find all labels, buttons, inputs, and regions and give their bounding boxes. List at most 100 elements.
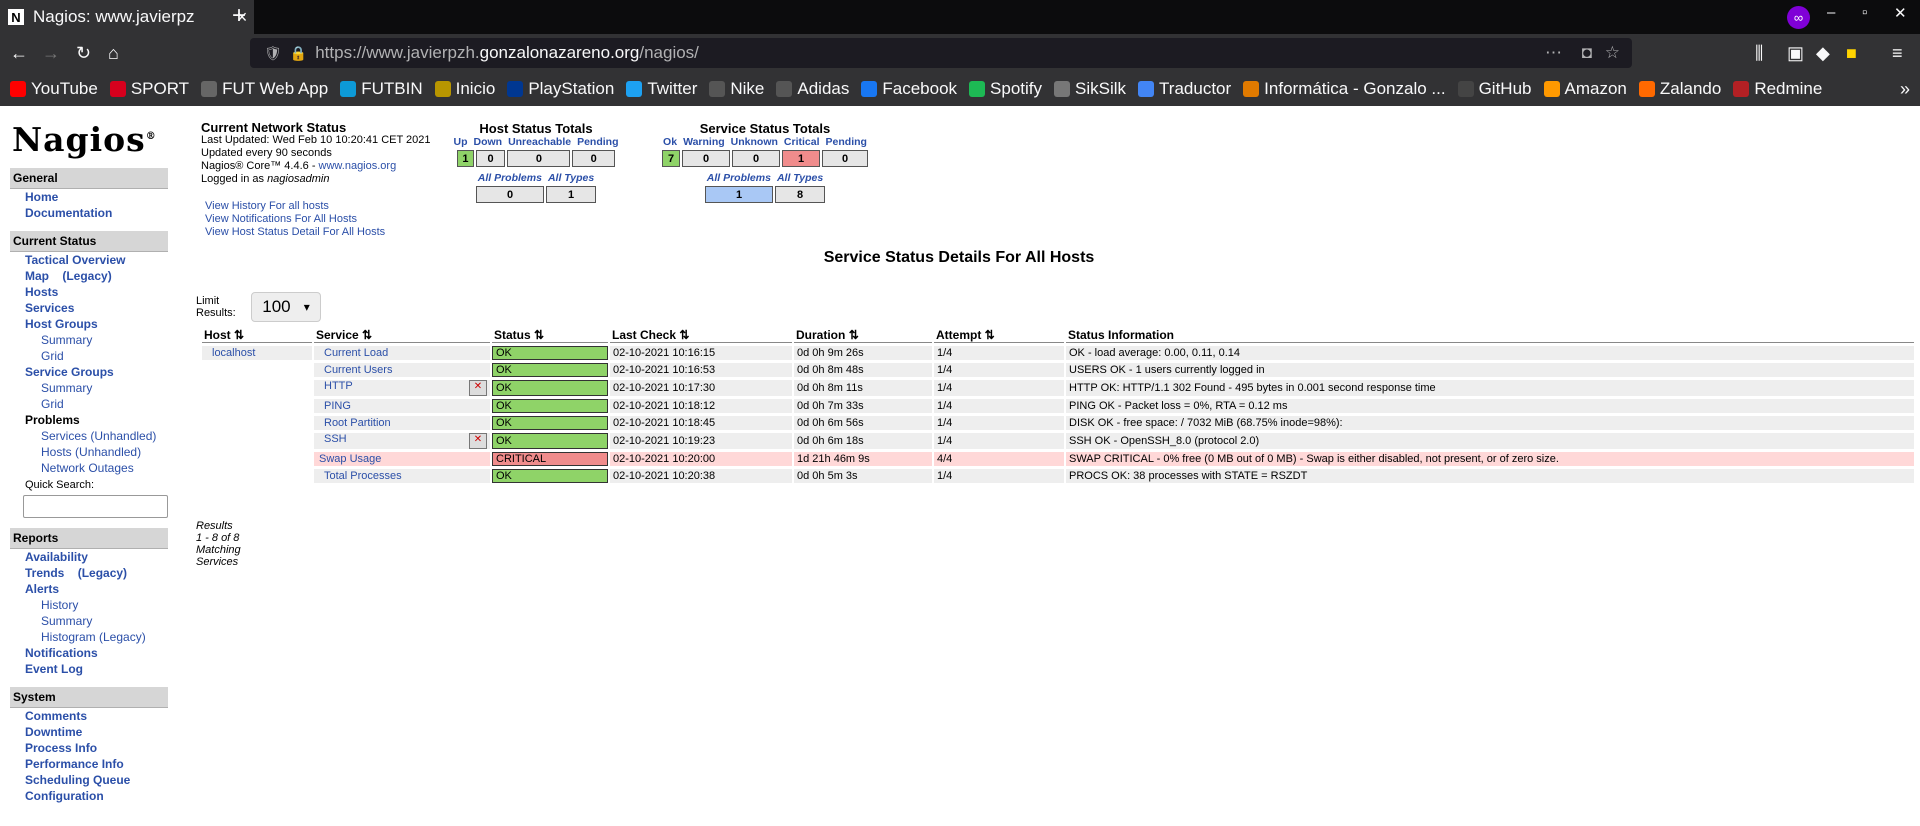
sort-arrows-icon[interactable]: ⇅ — [362, 328, 372, 342]
view-history-link[interactable]: View History For all hosts — [205, 200, 329, 212]
sidebar-item-alerts-summary[interactable]: Summary — [10, 613, 168, 629]
sidebar-item-host-groups[interactable]: Host Groups — [10, 316, 168, 332]
notifications-disabled-icon[interactable]: ✕ — [469, 380, 487, 396]
service-link[interactable]: Root Partition — [317, 417, 391, 429]
host-cell[interactable] — [202, 433, 312, 449]
pocket-icon[interactable]: ◘ — [1582, 43, 1592, 63]
bookmark-14[interactable]: GitHub — [1457, 79, 1532, 99]
service-all-types-count[interactable]: 8 — [775, 186, 825, 203]
host-up-count[interactable]: 1 — [457, 150, 474, 167]
url-bar[interactable]: 🛡 🔒 https://www.javierpzh. gonzalonazaren… — [250, 38, 1632, 68]
menu-icon[interactable]: ≡ — [1892, 43, 1903, 64]
nagios-logo[interactable]: Nagios® — [12, 120, 157, 159]
sidebar-item-service-groups[interactable]: Service Groups — [10, 364, 168, 380]
sidebar-item-network-outages[interactable]: Network Outages — [10, 460, 168, 476]
service-link[interactable]: SSH — [317, 433, 347, 445]
bookmark-15[interactable]: Amazon — [1543, 79, 1627, 99]
service-link[interactable]: Swap Usage — [317, 453, 381, 465]
sort-arrows-icon[interactable]: ⇅ — [534, 328, 544, 342]
host-all-problems-header[interactable]: All Problems — [475, 172, 545, 184]
window-close-icon[interactable]: ✕ — [1894, 4, 1907, 22]
more-bookmarks-icon[interactable]: » — [1900, 79, 1910, 100]
service-header-unknown[interactable]: Unknown — [728, 136, 781, 148]
service-header-ok[interactable]: Ok — [660, 136, 680, 148]
sidebar-item-downtime[interactable]: Downtime — [10, 724, 168, 740]
service-unknown-count[interactable]: 0 — [732, 150, 780, 167]
service-link[interactable]: PING — [317, 400, 351, 412]
sidebar-item-map[interactable]: Map (Legacy) — [10, 268, 168, 284]
bookmark-10[interactable]: Spotify — [969, 79, 1042, 99]
service-cell[interactable]: Current Users — [314, 363, 490, 377]
host-pending-count[interactable]: 0 — [572, 150, 615, 167]
minimize-icon[interactable]: – — [1827, 4, 1835, 21]
bookmark-8[interactable]: Adidas — [776, 79, 849, 99]
sidebar-item-services-unhandled[interactable]: Services (Unhandled) — [10, 428, 168, 444]
bookmark-2[interactable]: FUT Web App — [201, 79, 328, 99]
sidebar-item-scheduling-queue[interactable]: Scheduling Queue — [10, 772, 168, 788]
header-duration[interactable]: Duration ⇅ — [794, 328, 932, 343]
host-header-pending[interactable]: Pending — [574, 136, 621, 148]
sidebar-item-availability[interactable]: Availability — [10, 549, 168, 565]
sort-arrows-icon[interactable]: ⇅ — [234, 328, 244, 342]
service-link[interactable]: HTTP — [317, 380, 353, 392]
host-cell[interactable] — [202, 399, 312, 413]
sidebar-item-servicegroup-grid[interactable]: Grid — [10, 396, 168, 412]
sort-arrows-icon[interactable]: ⇅ — [679, 328, 689, 342]
host-all-types-header[interactable]: All Types — [545, 172, 597, 184]
service-link[interactable]: Current Users — [317, 364, 392, 376]
page-actions-icon[interactable]: ⋯ — [1545, 43, 1562, 63]
service-all-problems-count[interactable]: 1 — [705, 186, 773, 203]
bookmark-12[interactable]: Traductor — [1138, 79, 1231, 99]
service-cell[interactable]: Swap Usage — [314, 452, 490, 466]
library-icon[interactable]: ⫼ — [1755, 43, 1763, 64]
bookmark-1[interactable]: SPORT — [109, 79, 189, 99]
extension-icon[interactable]: ◆ — [1816, 43, 1830, 64]
service-link[interactable]: Total Processes — [317, 470, 402, 482]
host-header-up[interactable]: Up — [450, 136, 470, 148]
host-unreachable-count[interactable]: 0 — [507, 150, 571, 167]
bookmark-9[interactable]: Facebook — [861, 79, 957, 99]
bookmark-17[interactable]: Redmine — [1733, 79, 1822, 99]
sidebar-item-alerts[interactable]: Alerts — [10, 581, 168, 597]
bookmark-star-icon[interactable]: ☆ — [1605, 43, 1620, 63]
sidebar-item-home[interactable]: Home — [10, 189, 168, 205]
nagios-site-link[interactable]: www.nagios.org — [319, 160, 397, 172]
shield-icon[interactable]: 🛡 — [264, 45, 282, 62]
sidebar-item-hosts[interactable]: Hosts — [10, 284, 168, 300]
sidebar-item-event-log[interactable]: Event Log — [10, 661, 168, 677]
service-pending-count[interactable]: 0 — [822, 150, 868, 167]
host-header-down[interactable]: Down — [470, 136, 505, 148]
notifications-disabled-icon[interactable]: ✕ — [469, 433, 487, 449]
host-header-unreachable[interactable]: Unreachable — [505, 136, 574, 148]
sidebar-item-servicegroup-summary[interactable]: Summary — [10, 380, 168, 396]
bookmark-13[interactable]: Informática - Gonzalo ... — [1243, 79, 1446, 99]
sidebar-item-hostgroup-summary[interactable]: Summary — [10, 332, 168, 348]
header-last-check[interactable]: Last Check ⇅ — [610, 328, 792, 343]
host-link[interactable]: localhost — [205, 347, 255, 359]
host-cell[interactable] — [202, 363, 312, 377]
bookmark-5[interactable]: PlayStation — [507, 79, 614, 99]
sidebar-item-trends[interactable]: Trends (Legacy) — [10, 565, 168, 581]
bookmark-4[interactable]: Inicio — [434, 79, 495, 99]
service-cell[interactable]: Root Partition — [314, 416, 490, 430]
header-status[interactable]: Status ⇅ — [492, 328, 608, 343]
sort-arrows-icon[interactable]: ⇅ — [849, 328, 859, 342]
service-all-problems-header[interactable]: All Problems — [704, 172, 774, 184]
bookmark-11[interactable]: SikSilk — [1054, 79, 1126, 99]
service-ok-count[interactable]: 7 — [662, 150, 680, 167]
header-service[interactable]: Service ⇅ — [314, 328, 490, 343]
sidebar-item-hostgroup-grid[interactable]: Grid — [10, 348, 168, 364]
back-icon[interactable]: ← — [10, 43, 28, 64]
host-cell[interactable] — [202, 469, 312, 483]
host-cell[interactable] — [202, 380, 312, 396]
home-icon[interactable]: ⌂ — [108, 43, 119, 64]
sidebar-item-services[interactable]: Services — [10, 300, 168, 316]
maximize-icon[interactable]: ▫ — [1862, 4, 1867, 21]
bookmark-6[interactable]: Twitter — [626, 79, 697, 99]
browser-tab[interactable]: N Nagios: www.javierpz × — [0, 0, 254, 34]
service-cell[interactable]: SSH ✕ — [314, 433, 490, 449]
service-critical-count[interactable]: 1 — [782, 150, 820, 167]
service-cell[interactable]: Current Load — [314, 346, 490, 360]
reload-icon[interactable]: ↻ — [76, 43, 91, 64]
view-notifications-link[interactable]: View Notifications For All Hosts — [205, 213, 357, 225]
